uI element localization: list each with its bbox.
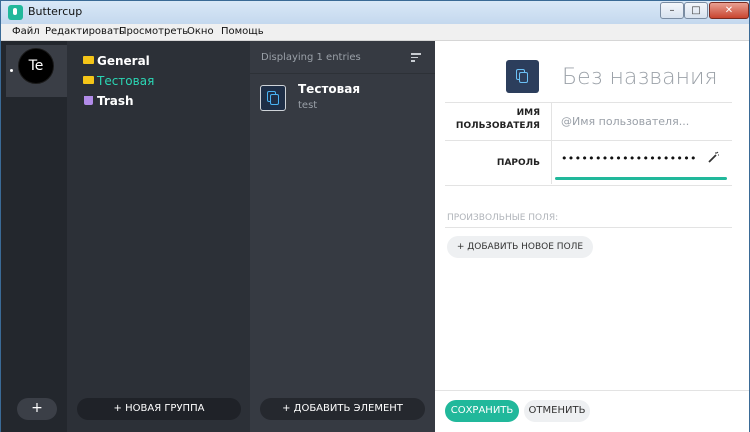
- divider: [445, 227, 732, 228]
- cancel-button[interactable]: ОТМЕНИТЬ: [524, 400, 590, 422]
- document-icon: [506, 60, 539, 93]
- entry-title-input[interactable]: Без названия: [562, 65, 718, 90]
- password-strength-bar: [555, 177, 727, 180]
- entry-subtitle: test: [298, 100, 318, 111]
- app-window: Buttercup – □ ✕ Файл Редактировать Просм…: [0, 0, 750, 432]
- new-group-button[interactable]: + НОВАЯ ГРУППА: [77, 398, 241, 420]
- folder-icon: [83, 56, 94, 64]
- app-logo-icon: [8, 5, 23, 20]
- username-label-line-2: ПОЛЬЗОВАТЕЛЯ: [455, 121, 540, 131]
- password-label: ПАРОЛЬ: [496, 158, 540, 168]
- group-item-general[interactable]: General: [83, 54, 150, 68]
- username-label: ИМЯ ПОЛЬЗОВАТЕЛЯ: [445, 108, 540, 131]
- archive-item[interactable]: Te: [6, 45, 67, 97]
- group-label: General: [97, 54, 150, 68]
- magic-wand-icon[interactable]: [707, 151, 719, 163]
- custom-fields-label: ПРОИЗВОЛЬНЫЕ ПОЛЯ:: [447, 213, 559, 223]
- entries-count: Displaying 1 entries: [261, 52, 361, 63]
- username-label-line-1: ИМЯ: [516, 108, 540, 118]
- menu-window[interactable]: Окно: [187, 26, 214, 37]
- minimize-button[interactable]: –: [660, 2, 684, 19]
- add-field-button[interactable]: + ДОБАВИТЬ НОВОЕ ПОЛЕ: [447, 236, 593, 258]
- folder-icon: [83, 76, 94, 84]
- document-icon: [260, 85, 286, 111]
- entry-title: Тестовая: [298, 82, 361, 96]
- menu-file[interactable]: Файл: [12, 26, 40, 37]
- save-button[interactable]: СОХРАНИТЬ: [445, 400, 519, 422]
- groups-panel: General Тестовая Trash + НОВАЯ ГРУППА: [67, 41, 250, 432]
- divider: [551, 140, 552, 184]
- active-indicator: [10, 69, 13, 72]
- divider: [445, 185, 732, 186]
- trash-icon: [84, 96, 93, 105]
- group-item-testovaya[interactable]: Тестовая: [83, 74, 154, 88]
- close-button[interactable]: ✕: [709, 2, 749, 19]
- menu-view[interactable]: Просмотреть: [119, 26, 188, 37]
- divider: [445, 140, 732, 141]
- divider: [445, 102, 732, 103]
- username-input[interactable]: @Имя пользователя...: [561, 115, 689, 128]
- group-label: Trash: [97, 94, 134, 108]
- add-archive-button[interactable]: +: [17, 398, 57, 420]
- maximize-button[interactable]: □: [684, 2, 708, 19]
- group-label: Тестовая: [97, 74, 155, 88]
- entries-panel: Displaying 1 entries Тестовая test + ДОБ…: [250, 41, 435, 432]
- archive-avatar: Te: [18, 48, 54, 84]
- menu-bar: Файл Редактировать Просмотреть Окно Помо…: [1, 24, 749, 41]
- sort-icon[interactable]: [411, 53, 421, 62]
- details-footer: СОХРАНИТЬ ОТМЕНИТЬ: [435, 390, 749, 432]
- title-bar[interactable]: Buttercup – □ ✕: [1, 1, 749, 24]
- password-input[interactable]: ••••••••••••••••••••: [561, 152, 697, 165]
- archives-sidebar: Te +: [1, 41, 67, 432]
- entry-item[interactable]: Тестовая test: [250, 75, 435, 123]
- add-entry-button[interactable]: + ДОБАВИТЬ ЭЛЕМЕНТ: [260, 398, 425, 420]
- menu-help[interactable]: Помощь: [221, 26, 264, 37]
- divider: [551, 102, 552, 140]
- entries-header: Displaying 1 entries: [250, 41, 435, 74]
- window-title: Buttercup: [28, 5, 83, 18]
- group-item-trash[interactable]: Trash: [83, 94, 134, 108]
- menu-edit[interactable]: Редактировать: [45, 26, 125, 37]
- entry-details-panel: Без названия ИМЯ ПОЛЬЗОВАТЕЛЯ @Имя польз…: [435, 41, 749, 432]
